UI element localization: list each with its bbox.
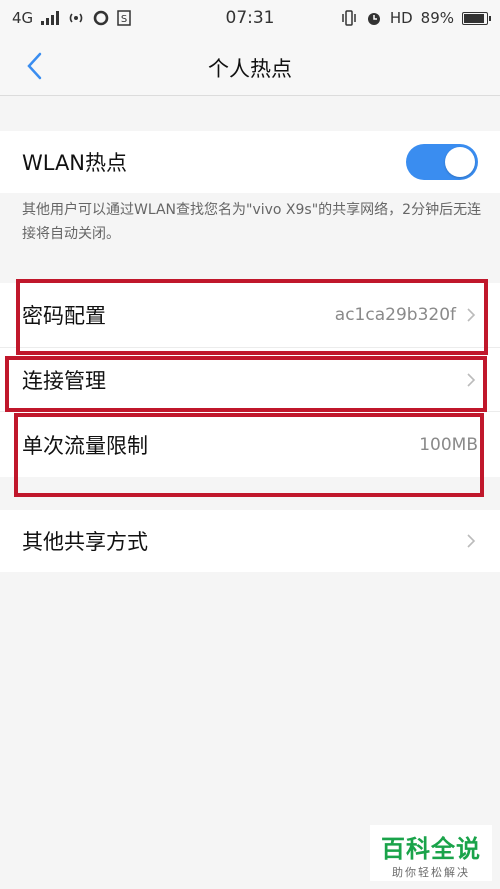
wlan-hotspot-label: WLAN热点 — [22, 151, 128, 175]
battery-percent: 89% — [420, 9, 454, 27]
password-config-label: 密码配置 — [22, 304, 106, 328]
page-title: 个人热点 — [208, 57, 292, 81]
connection-management-label: 连接管理 — [22, 368, 106, 393]
app-q-icon — [93, 10, 109, 26]
hd-badge: HD — [389, 9, 413, 27]
data-limit-label: 单次流量限制 — [22, 433, 148, 458]
chevron-right-icon — [467, 372, 476, 387]
other-sharing-row[interactable]: 其他共享方式 — [0, 510, 500, 572]
chevron-right-icon — [467, 308, 476, 322]
watermark-title: 百科全说 — [381, 835, 481, 863]
vibrate-icon — [342, 10, 356, 26]
status-left: 4G S — [12, 9, 131, 27]
connection-management-row[interactable]: 连接管理 — [0, 347, 500, 411]
password-value: ac1ca29b320f — [334, 305, 456, 325]
status-bar: 4G S 07:31 HD 89% — [0, 0, 500, 36]
network-type: 4G — [12, 9, 34, 27]
signal-icon — [41, 11, 60, 25]
svg-text:S: S — [121, 14, 127, 25]
hotspot-icon — [69, 13, 83, 23]
other-sharing-label: 其他共享方式 — [22, 530, 148, 554]
wlan-hotspot-hint: 其他用户可以通过WLAN查找您名为"vivo X9s"的共享网络，2分钟后无连接… — [22, 202, 482, 242]
wlan-hotspot-toggle[interactable] — [406, 144, 478, 180]
status-right: HD 89% — [340, 9, 491, 27]
wlan-hotspot-row: WLAN热点 — [0, 131, 500, 193]
app-s-icon: S — [117, 10, 131, 26]
watermark-subtitle: 助你轻松解决 — [392, 866, 470, 879]
chevron-right-icon — [467, 534, 476, 548]
data-limit-value: 100MB — [419, 434, 478, 455]
alarm-icon — [367, 13, 380, 25]
watermark-logo: 百科全说 助你轻松解决 — [370, 825, 492, 881]
header: 个人热点 — [0, 36, 500, 96]
toggle-knob — [445, 147, 475, 177]
password-config-row[interactable]: 密码配置 ac1ca29b320f — [0, 283, 500, 347]
battery-icon — [462, 11, 491, 25]
data-limit-row[interactable]: 单次流量限制 100MB — [0, 411, 500, 477]
